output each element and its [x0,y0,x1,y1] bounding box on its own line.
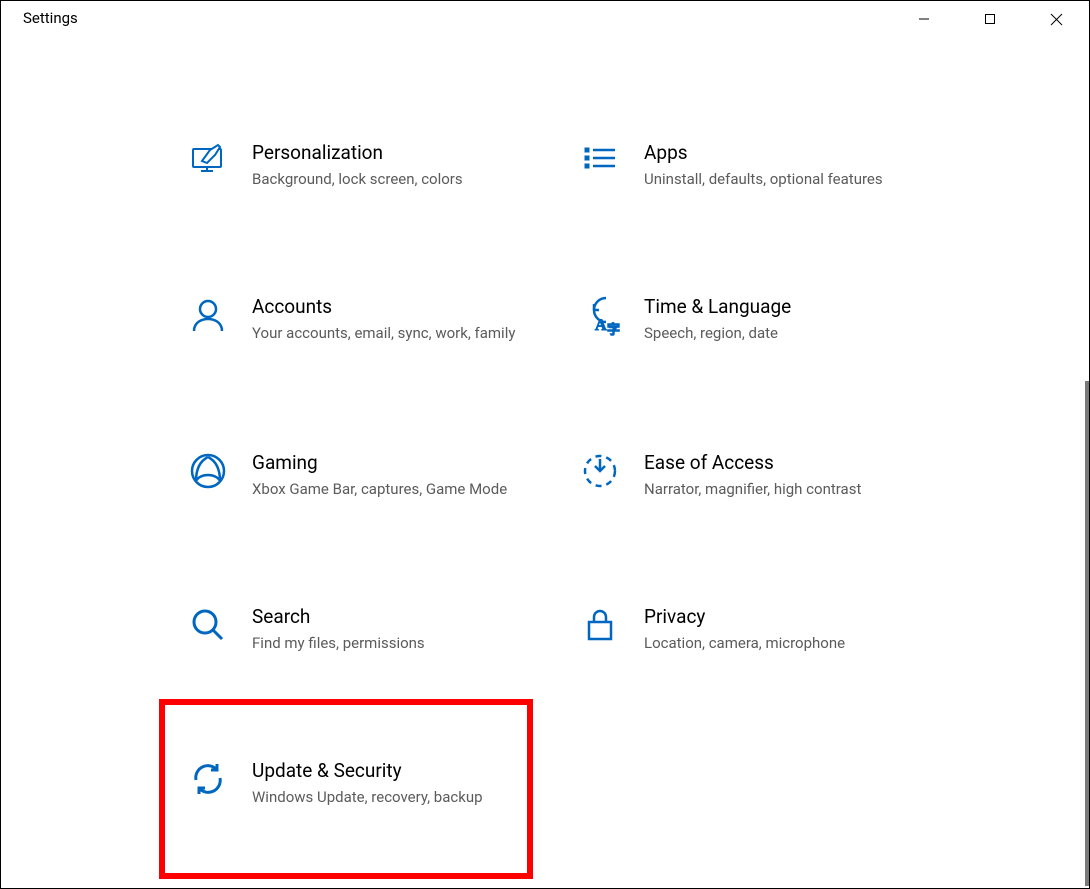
minimize-icon [918,13,930,25]
accounts-icon [186,293,230,337]
tile-label: Search [252,605,425,629]
titlebar: Settings [1,1,1089,41]
tile-label: Gaming [252,451,507,475]
privacy-icon [578,603,622,647]
tile-personalization[interactable]: Personalization Background, lock screen,… [186,139,546,189]
personalization-icon [186,139,230,183]
tile-label: Accounts [252,295,515,319]
minimize-button[interactable] [891,1,957,37]
gaming-icon [186,449,230,493]
maximize-button[interactable] [957,1,1023,37]
ease-of-access-icon [578,449,622,493]
tile-ease-of-access[interactable]: Ease of Access Narrator, magnifier, high… [578,449,938,499]
close-icon [1050,13,1063,26]
svg-text:A: A [595,317,607,334]
tile-desc: Your accounts, email, sync, work, family [252,323,515,343]
tile-apps[interactable]: Apps Uninstall, defaults, optional featu… [578,139,938,189]
scrollbar-thumb[interactable] [1085,381,1089,886]
tile-search[interactable]: Search Find my files, permissions [186,603,546,653]
apps-icon [578,139,622,183]
tile-privacy[interactable]: Privacy Location, camera, microphone [578,603,938,653]
tile-label: Apps [644,141,883,165]
tile-update-security[interactable]: Update & Security Windows Update, recove… [186,757,546,807]
tile-accounts[interactable]: Accounts Your accounts, email, sync, wor… [186,293,546,343]
tile-desc: Windows Update, recovery, backup [252,787,483,807]
time-language-icon: A 字 [578,293,622,337]
tile-desc: Uninstall, defaults, optional features [644,169,883,189]
tile-label: Privacy [644,605,845,629]
update-security-icon [186,757,230,801]
svg-text:字: 字 [607,322,620,336]
tile-desc: Find my files, permissions [252,633,425,653]
close-button[interactable] [1023,1,1089,37]
tile-desc: Location, camera, microphone [644,633,845,653]
tile-gaming[interactable]: Gaming Xbox Game Bar, captures, Game Mod… [186,449,546,499]
maximize-icon [984,13,996,25]
tile-label: Time & Language [644,295,791,319]
tile-label: Ease of Access [644,451,861,475]
window-controls [891,1,1089,37]
settings-window: Settings [0,0,1090,889]
tile-desc: Speech, region, date [644,323,791,343]
tile-label: Personalization [252,141,463,165]
tile-desc: Xbox Game Bar, captures, Game Mode [252,479,507,499]
settings-content: Personalization Background, lock screen,… [1,101,1089,888]
search-icon [186,603,230,647]
tile-desc: Background, lock screen, colors [252,169,463,189]
tile-desc: Narrator, magnifier, high contrast [644,479,861,499]
window-title: Settings [1,1,78,27]
tile-label: Update & Security [252,759,483,783]
tile-time-language[interactable]: A 字 Time & Language Speech, region, date [578,293,938,343]
